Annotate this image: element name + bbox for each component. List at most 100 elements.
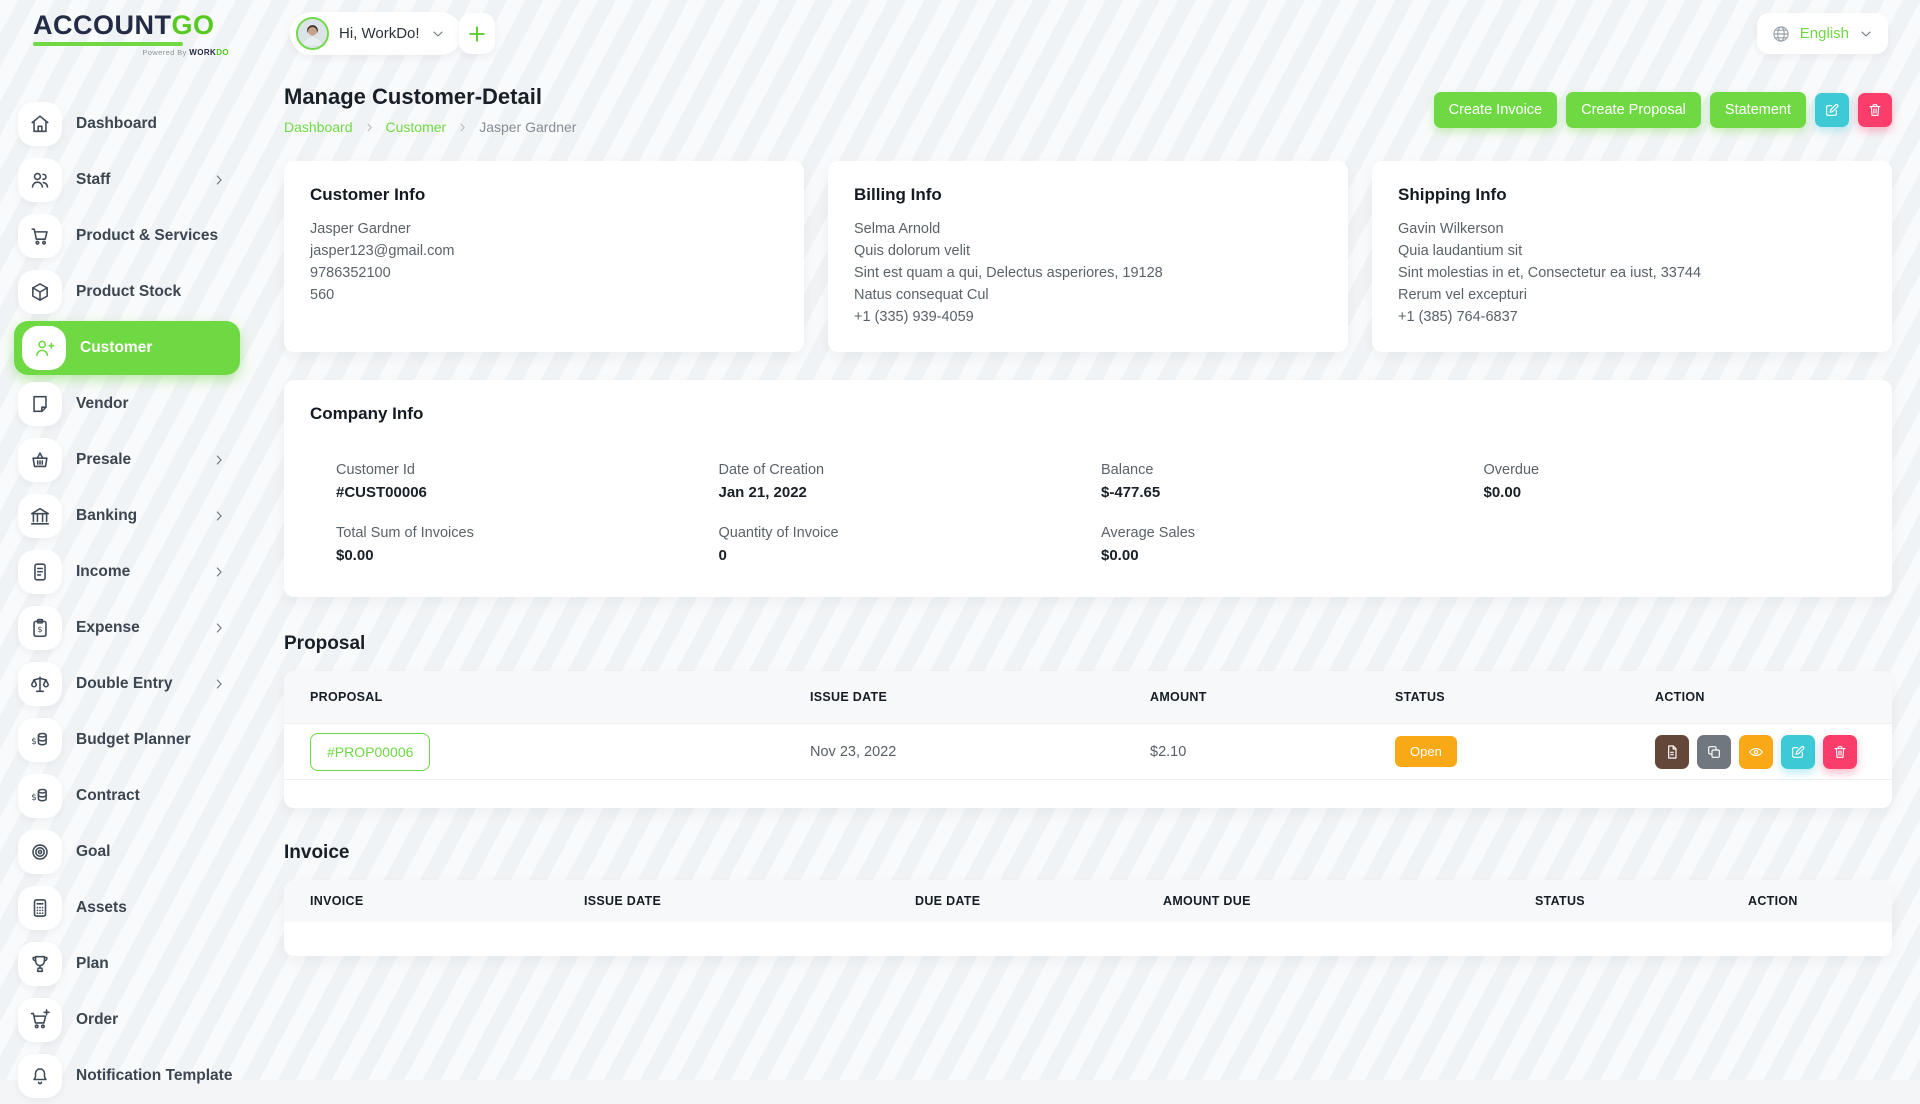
sidebar-item-expense[interactable]: Expense (0, 600, 257, 656)
sidebar-item-label: Dashboard (76, 115, 157, 132)
sidebar-item-notification-template[interactable]: Notification Template (0, 1048, 257, 1104)
proposal-section-title: Proposal (284, 633, 366, 654)
card-title: Customer Info (310, 185, 426, 204)
chevron-right-icon (363, 121, 376, 134)
proposal-edit-button[interactable] (1781, 734, 1815, 769)
customer-email: jasper123@gmail.com (310, 243, 455, 259)
sidebar-item-presale[interactable]: Presale (0, 432, 257, 488)
language-selector[interactable]: English (1756, 13, 1888, 54)
sidebar-item-goal[interactable]: Goal (0, 824, 257, 880)
language-label: English (1799, 25, 1849, 42)
sidebar-item-label: Staff (76, 171, 111, 188)
chevron-down-icon (1858, 26, 1874, 42)
shipping-name: Gavin Wilkerson (1398, 221, 1504, 237)
sidebar-item-order[interactable]: Order (0, 992, 257, 1048)
copy-icon (1706, 744, 1722, 760)
column-header: ACTION (1655, 690, 1705, 704)
chevron-right-icon (211, 676, 227, 692)
sidebar-item-staff[interactable]: Staff (0, 152, 257, 208)
proposal-duplicate-button[interactable] (1697, 734, 1731, 769)
status-badge: Open (1395, 736, 1457, 767)
column-header: AMOUNT DUE (1163, 894, 1251, 908)
proposal-view-button[interactable] (1739, 734, 1773, 769)
column-header: PROPOSAL (310, 690, 383, 704)
sidebar-item-banking[interactable]: Banking (0, 488, 257, 544)
sidebar-item-label: Income (76, 563, 131, 580)
proposal-delete-button[interactable] (1823, 734, 1857, 769)
field-customer-id: Customer Id #CUST00006 (336, 462, 427, 501)
customer-name: Jasper Gardner (310, 221, 411, 237)
invoice-table-header: INVOICE ISSUE DATE DUE DATE AMOUNT DUE S… (284, 880, 1892, 922)
avatar (296, 17, 329, 50)
edit-customer-button[interactable] (1815, 92, 1849, 127)
sidebar-item-assets[interactable]: Assets (0, 880, 257, 936)
invoice-empty-row (284, 922, 1892, 956)
document-icon (18, 550, 62, 594)
chevron-down-icon (430, 26, 446, 42)
edit-icon (1790, 744, 1806, 760)
add-button[interactable] (459, 13, 495, 54)
field-average-sales: Average Sales $0.00 (1101, 525, 1196, 564)
billing-address-2: Sint est quam a qui, Delectus asperiores… (854, 265, 1163, 281)
sidebar-item-budget-planner[interactable]: Budget Planner (0, 712, 257, 768)
sidebar-item-label: Double Entry (76, 675, 173, 692)
home-icon (18, 102, 62, 146)
cube-icon (18, 270, 62, 314)
sidebar-item-product-services[interactable]: Product & Services (0, 208, 257, 264)
shipping-info-card: Shipping Info Gavin Wilkerson Quia lauda… (1372, 161, 1892, 352)
sidebar-item-contract[interactable]: Contract (0, 768, 257, 824)
statement-button[interactable]: Statement (1709, 91, 1806, 128)
logo-underline (33, 42, 183, 46)
target-icon (18, 830, 62, 874)
sidebar-item-label: Plan (76, 955, 109, 972)
breadcrumb-customer[interactable]: Customer (386, 119, 447, 135)
proposal-issue-date: Nov 23, 2022 (810, 743, 897, 760)
page-title: Manage Customer-Detail (284, 84, 542, 109)
breadcrumb: Dashboard Customer Jasper Gardner (284, 119, 576, 135)
sidebar-item-dashboard[interactable]: Dashboard (0, 96, 257, 152)
invoice-section-title: Invoice (284, 842, 350, 863)
accountgo-logo[interactable]: ACCOUNTGO Powered By WORKDO (33, 10, 233, 57)
billing-name: Selma Arnold (854, 221, 941, 237)
sidebar-item-label: Order (76, 1011, 119, 1028)
proposal-id-link[interactable]: #PROP00006 (310, 732, 431, 771)
sidebar-item-label: Product Stock (76, 283, 182, 300)
create-proposal-button[interactable]: Create Proposal (1566, 91, 1701, 128)
chevron-right-icon (211, 508, 227, 524)
sidebar-item-label: Presale (76, 451, 132, 468)
delete-customer-button[interactable] (1858, 92, 1892, 127)
user-menu[interactable]: Hi, WorkDo! (290, 12, 462, 55)
basket-icon (18, 438, 62, 482)
page-head-left: Manage Customer-Detail Dashboard Custome… (284, 84, 576, 135)
sidebar-item-product-stock[interactable]: Product Stock (0, 264, 257, 320)
row-actions (1655, 734, 1866, 769)
bell-icon (18, 1054, 62, 1098)
customer-phone: 9786352100 (310, 265, 391, 281)
page-actions: Create Invoice Create Proposal Statement (1433, 91, 1892, 128)
bank-icon (18, 494, 62, 538)
sidebar-item-vendor[interactable]: Vendor (0, 376, 257, 432)
field-quantity-of-invoice: Quantity of Invoice 0 (718, 525, 839, 564)
column-header: INVOICE (310, 894, 364, 908)
sidebar-item-label: Expense (76, 619, 140, 636)
column-header: ISSUE DATE (810, 690, 888, 704)
field-overdue: Overdue $0.00 (1483, 462, 1540, 501)
proposal-pdf-button[interactable] (1655, 734, 1689, 769)
chevron-right-icon (211, 452, 227, 468)
create-invoice-button[interactable]: Create Invoice (1433, 91, 1558, 128)
topbar: ACCOUNTGO Powered By WORKDO Hi, WorkDo! … (0, 0, 1920, 70)
sidebar-item-plan[interactable]: Plan (0, 936, 257, 992)
sidebar-item-label: Customer (80, 339, 153, 356)
sidebar-item-double-entry[interactable]: Double Entry (0, 656, 257, 712)
cart-plus-icon (18, 998, 62, 1042)
logo-text: ACCOUNTGO (33, 10, 215, 40)
column-header: STATUS (1395, 690, 1445, 704)
sidebar-item-customer[interactable]: Customer (0, 320, 257, 376)
field-date-of-creation: Date of Creation Jan 21, 2022 (718, 462, 825, 501)
column-header: STATUS (1535, 894, 1585, 908)
sidebar-item-income[interactable]: Income (0, 544, 257, 600)
breadcrumb-dashboard[interactable]: Dashboard (284, 119, 353, 135)
billing-address-3: Natus consequat Cul (854, 287, 989, 303)
proposal-amount: $2.10 (1150, 743, 1187, 760)
chevron-right-icon (211, 620, 227, 636)
